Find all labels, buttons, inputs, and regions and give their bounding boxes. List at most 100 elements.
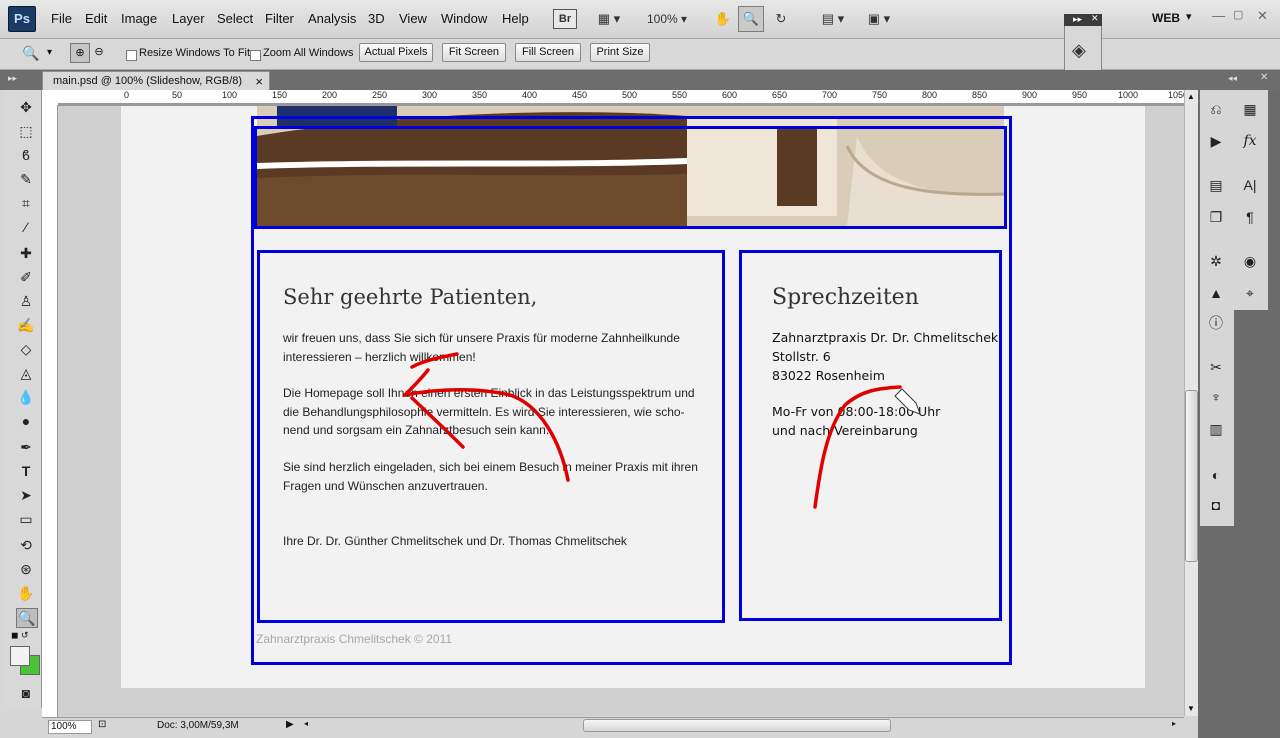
3d-orbit-tool-icon[interactable]: ⊛: [16, 560, 36, 578]
screen-mode-select-icon[interactable]: ▣ ▾: [860, 6, 898, 32]
hand-tool-icon[interactable]: ✋: [16, 584, 36, 602]
path-selection-tool-icon[interactable]: ➤: [16, 486, 36, 504]
navigator-panel-icon[interactable]: ✲: [1206, 252, 1226, 270]
menu-file[interactable]: File: [51, 11, 72, 26]
masks-panel-icon[interactable]: ◘: [1206, 496, 1226, 514]
horizontal-scrollbar-thumb[interactable]: [583, 719, 891, 732]
footer-copyright: Zahnarztpraxis Chmelitschek © 2011: [256, 632, 453, 646]
scroll-left-icon[interactable]: ◂: [304, 719, 308, 728]
history-panel-icon[interactable]: ⎌: [1206, 100, 1226, 118]
zoom-percentage-field[interactable]: 100%: [48, 720, 92, 734]
scroll-down-icon[interactable]: ▼: [1187, 704, 1195, 713]
quick-selection-tool-icon[interactable]: ✎: [16, 170, 36, 188]
close-icon[interactable]: ✕: [1257, 8, 1268, 24]
ruler-label: 250: [372, 90, 388, 100]
marquee-tool-icon[interactable]: ⬚: [16, 122, 36, 140]
healing-brush-tool-icon[interactable]: ✚: [16, 244, 36, 262]
arrange-documents-icon[interactable]: ▤ ▾: [814, 6, 852, 32]
close-panels-icon[interactable]: ✕: [1260, 72, 1268, 83]
actual-pixels-button[interactable]: Actual Pixels: [359, 43, 433, 62]
scroll-right-icon[interactable]: ▸: [1172, 719, 1176, 728]
paint-bucket-tool-icon[interactable]: ◬: [16, 364, 36, 382]
clone-stamp-tool-icon[interactable]: ♙: [16, 292, 36, 310]
tool-presets-panel-icon[interactable]: ✂: [1206, 358, 1226, 376]
zoom-all-windows-label: Zoom All Windows: [263, 47, 354, 59]
zoom-tool-icon[interactable]: 🔍: [16, 608, 38, 628]
blur-tool-icon[interactable]: 💧: [16, 388, 36, 406]
expand-panel-icon[interactable]: ▸▸: [1073, 14, 1082, 25]
rotate-view-icon[interactable]: ↻: [768, 6, 794, 32]
swatches-panel-icon[interactable]: ▦: [1240, 100, 1260, 118]
actions-panel-icon[interactable]: ▶: [1206, 132, 1226, 150]
ruler-label: 400: [522, 90, 538, 100]
brush-presets-panel-icon[interactable]: ♆: [1206, 388, 1226, 406]
default-colors-icon[interactable]: ◼ ↺: [11, 630, 29, 641]
vertical-scrollbar-thumb[interactable]: [1185, 390, 1198, 562]
zoom-level-select[interactable]: 100% ▾: [640, 6, 694, 32]
close-panel-icon[interactable]: ✕: [1091, 13, 1099, 24]
menu-3d[interactable]: 3D: [368, 11, 385, 26]
scroll-up-icon[interactable]: ▲: [1187, 92, 1195, 101]
notes-panel-icon[interactable]: ▥: [1206, 420, 1226, 438]
workspace-switcher[interactable]: WEB: [1152, 11, 1180, 25]
menu-view[interactable]: View: [399, 11, 427, 26]
menu-image[interactable]: Image: [121, 11, 157, 26]
chevron-down-icon[interactable]: ▾: [47, 47, 52, 58]
type-tool-icon[interactable]: T: [16, 462, 36, 480]
print-size-button[interactable]: Print Size: [590, 43, 650, 62]
menu-window[interactable]: Window: [441, 11, 487, 26]
zoom-tool-preset-icon[interactable]: 🔍: [22, 45, 39, 62]
chevron-down-icon[interactable]: ▾: [1186, 10, 1192, 23]
menu-select[interactable]: Select: [217, 11, 253, 26]
pen-tool-icon[interactable]: ✒: [16, 438, 36, 456]
brush-tool-icon[interactable]: ✐: [16, 268, 36, 286]
zoom-out-icon[interactable]: ⊖: [90, 43, 108, 61]
menu-edit[interactable]: Edit: [85, 11, 107, 26]
color-panel-icon[interactable]: ◉: [1240, 252, 1260, 270]
close-icon[interactable]: ×: [255, 72, 263, 91]
rectangle-tool-icon[interactable]: ▭: [16, 510, 36, 528]
transform-panel-icon[interactable]: ⌖: [1240, 284, 1260, 302]
menu-help[interactable]: Help: [502, 11, 529, 26]
hand-tool-icon[interactable]: ✋: [710, 6, 736, 32]
character-panel-icon[interactable]: A|: [1240, 176, 1260, 194]
screen-mode-icon[interactable]: ▦ ▾: [589, 6, 629, 32]
zoom-tool-icon[interactable]: 🔍: [738, 6, 764, 32]
status-info-icon[interactable]: ⊡: [98, 719, 106, 730]
eyedropper-tool-icon[interactable]: ⁄: [16, 218, 36, 236]
eraser-tool-icon[interactable]: ◇: [16, 340, 36, 358]
menu-analysis[interactable]: Analysis: [308, 11, 356, 26]
styles-panel-icon[interactable]: fx: [1240, 132, 1260, 150]
layers-icon[interactable]: ◈: [1072, 40, 1086, 61]
info-panel-icon[interactable]: ⓘ: [1206, 314, 1226, 332]
document-tab[interactable]: main.psd @ 100% (Slideshow, RGB/8) ×: [42, 71, 270, 91]
collapse-tools-icon[interactable]: ▸▸: [8, 73, 17, 84]
ruler-label: 950: [1072, 90, 1088, 100]
paragraph-panel-icon[interactable]: ¶: [1240, 208, 1260, 226]
collapse-panels-icon[interactable]: ◂◂: [1228, 73, 1237, 84]
foreground-color-swatch[interactable]: [10, 646, 30, 666]
crop-tool-icon[interactable]: ⌗: [16, 194, 36, 212]
quick-mask-icon[interactable]: ◙: [16, 684, 36, 702]
dodge-tool-icon[interactable]: ●: [16, 412, 36, 430]
adjustments-panel-icon[interactable]: ◐: [1206, 466, 1226, 484]
zoom-in-icon[interactable]: ⊕: [70, 43, 90, 63]
clone-source-panel-icon[interactable]: ❐: [1206, 208, 1226, 226]
3d-rotate-tool-icon[interactable]: ⟲: [16, 536, 36, 554]
resize-windows-checkbox[interactable]: [126, 50, 137, 61]
menu-layer[interactable]: Layer: [172, 11, 205, 26]
maximize-icon[interactable]: ▢: [1233, 8, 1243, 21]
minimize-icon[interactable]: —: [1212, 8, 1225, 23]
lasso-tool-icon[interactable]: ϐ: [16, 146, 36, 164]
bridge-button[interactable]: Br: [553, 9, 577, 29]
character-styles-panel-icon[interactable]: ▤: [1206, 176, 1226, 194]
history-brush-tool-icon[interactable]: ✍: [16, 316, 36, 334]
fill-screen-button[interactable]: Fill Screen: [515, 43, 581, 62]
zoom-all-windows-checkbox[interactable]: [250, 50, 261, 61]
move-tool-icon[interactable]: ✥: [16, 98, 36, 116]
ruler-label: 200: [322, 90, 338, 100]
status-menu-arrow-icon[interactable]: ▶: [286, 719, 294, 730]
histogram-panel-icon[interactable]: ▲: [1206, 284, 1226, 302]
menu-filter[interactable]: Filter: [265, 11, 294, 26]
fit-screen-button[interactable]: Fit Screen: [442, 43, 506, 62]
